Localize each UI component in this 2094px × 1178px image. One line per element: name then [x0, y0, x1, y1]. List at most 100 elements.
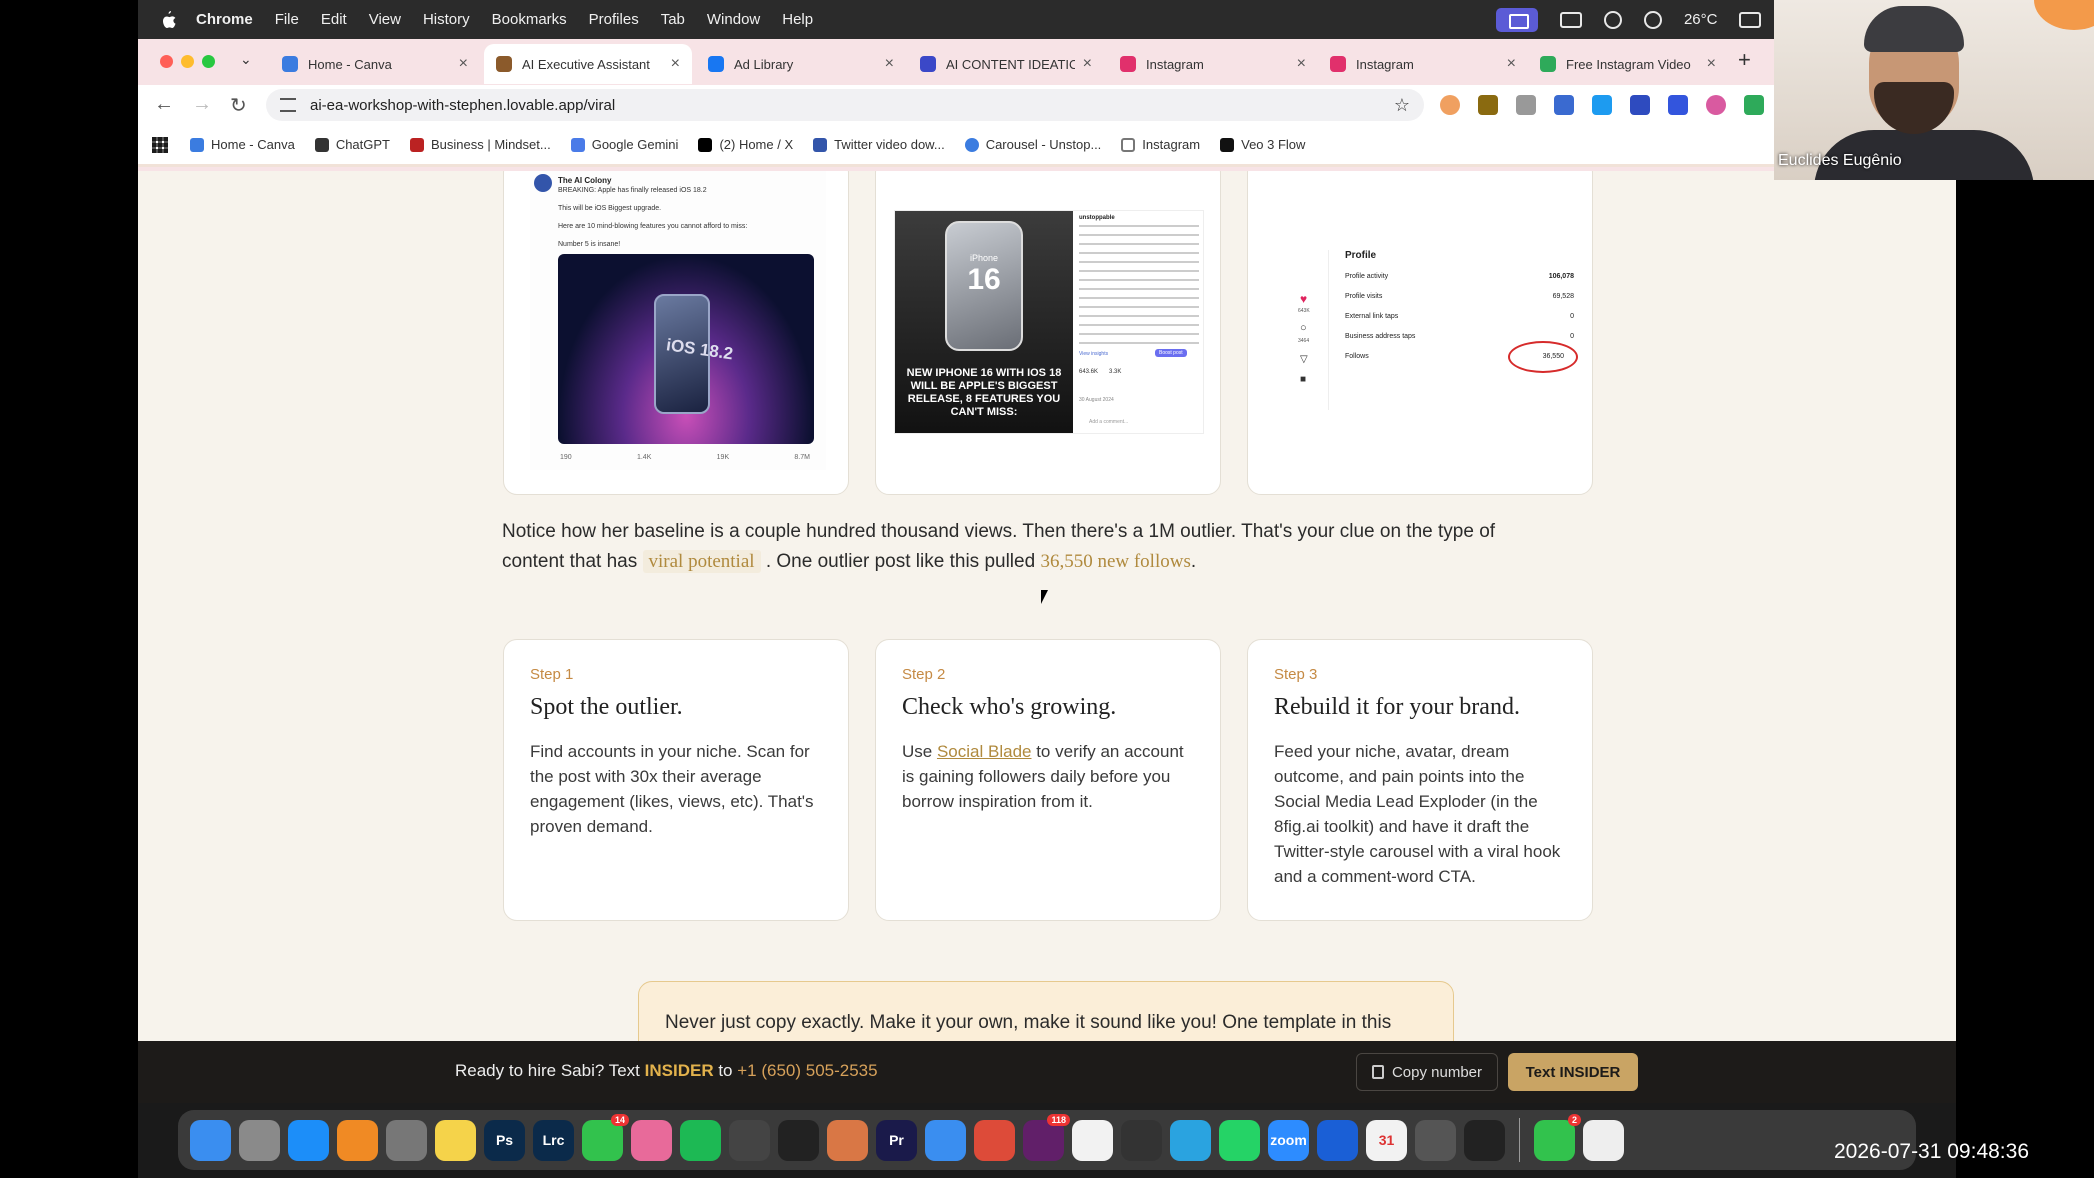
dock-textedit-icon[interactable] [1583, 1119, 1624, 1161]
weather-readout[interactable]: 26°C [1684, 11, 1718, 28]
menu-tab[interactable]: Tab [661, 11, 685, 28]
social-blade-link[interactable]: Social Blade [937, 742, 1032, 761]
bookmark-folder-instagram[interactable]: Instagram [1121, 137, 1200, 152]
bookmark-home-canva[interactable]: Home - Canva [190, 137, 295, 152]
tab-close-icon[interactable]: × [1297, 55, 1306, 73]
dock-lightroom-icon[interactable]: Lrc [533, 1119, 574, 1161]
dock-spotify-icon[interactable] [680, 1119, 721, 1161]
claude-extension-icon[interactable] [1440, 95, 1460, 115]
tab-close-icon[interactable]: × [459, 55, 468, 73]
post-comments: 3.3K [1109, 369, 1122, 375]
device-name: iPhone [969, 253, 999, 263]
dock-system-settings-icon[interactable] [386, 1119, 427, 1161]
cta-phone-link[interactable]: +1 (650) 505-2535 [737, 1061, 877, 1080]
url-text[interactable]: ai-ea-workshop-with-stephen.lovable.app/… [310, 97, 615, 114]
close-window-button[interactable] [160, 55, 173, 68]
extension-icon[interactable] [1744, 95, 1764, 115]
tab-close-icon[interactable]: × [671, 55, 680, 73]
dock-messages-icon[interactable]: 14 [582, 1113, 629, 1161]
dock-telegram-icon[interactable] [1170, 1119, 1211, 1161]
dock-claude-icon[interactable] [827, 1119, 868, 1161]
dock-premiere-icon[interactable]: Pr [876, 1119, 917, 1161]
n-extension-icon[interactable] [1630, 95, 1650, 115]
zoom-window-button[interactable] [202, 55, 215, 68]
display-icon[interactable] [1559, 11, 1582, 28]
reload-icon[interactable]: ↻ [230, 93, 247, 118]
dock-freeform-icon[interactable] [1072, 1119, 1113, 1161]
tab-free-instagram-video[interactable]: Free Instagram Video × [1528, 44, 1728, 84]
extension-icon[interactable] [1706, 95, 1726, 115]
dock-notes-icon[interactable] [435, 1119, 476, 1161]
dock-chrome-icon[interactable] [974, 1119, 1015, 1161]
tab-ai-executive-assistant[interactable]: AI Executive Assistant × [484, 44, 692, 84]
tab-ad-library[interactable]: Ad Library × [696, 44, 906, 84]
menu-history[interactable]: History [423, 11, 470, 28]
menu-bookmarks[interactable]: Bookmarks [492, 11, 567, 28]
bookmark-business-mindset[interactable]: Business | Mindset... [410, 137, 551, 152]
dock-photoshop-icon[interactable]: Ps [484, 1119, 525, 1161]
menu-help[interactable]: Help [782, 11, 813, 28]
bookmark-twitter-video[interactable]: Twitter video dow... [813, 137, 945, 152]
extension-icon[interactable] [1516, 95, 1536, 115]
tab-search-chevron-down-icon[interactable]: ⌄ [240, 51, 252, 68]
bookmark-carousel[interactable]: Carousel - Unstop... [964, 137, 1101, 152]
menu-file[interactable]: File [275, 11, 299, 28]
tab-instagram[interactable]: Instagram × [1108, 44, 1318, 84]
extension-icon[interactable] [1668, 95, 1688, 115]
text-insider-button[interactable]: Text INSIDER [1508, 1053, 1638, 1091]
forward-arrow-icon[interactable]: → [192, 93, 212, 116]
x-extension-icon[interactable] [1592, 95, 1612, 115]
dock-1password-icon[interactable] [1317, 1119, 1358, 1161]
omnibox[interactable]: ai-ea-workshop-with-stephen.lovable.app/… [266, 89, 1424, 121]
dock-launchpad-icon[interactable] [239, 1119, 280, 1161]
tab-instagram-2[interactable]: Instagram × [1318, 44, 1528, 84]
bookmark-chatgpt[interactable]: ChatGPT [314, 137, 390, 152]
tab-close-icon[interactable]: × [885, 55, 894, 73]
screen-share-icon[interactable] [1495, 7, 1538, 32]
dock-chatgpt-icon[interactable] [729, 1119, 770, 1161]
accessibility-icon[interactable] [1603, 10, 1622, 29]
bookmark-veo3-flow[interactable]: Veo 3 Flow [1220, 137, 1305, 152]
bookmark-star-icon[interactable]: ☆ [1394, 95, 1410, 116]
dock-facetime-icon[interactable]: 2 [1534, 1113, 1581, 1161]
dock-zoom-icon[interactable]: zoom [1268, 1119, 1309, 1161]
tab-close-icon[interactable]: × [1707, 55, 1716, 73]
tab-close-icon[interactable]: × [1083, 55, 1092, 73]
menu-view[interactable]: View [369, 11, 401, 28]
airplay-icon[interactable] [1739, 11, 1762, 28]
dock-app-store-icon[interactable] [288, 1119, 329, 1161]
menu-edit[interactable]: Edit [321, 11, 347, 28]
dock-calculator-icon[interactable] [1415, 1119, 1456, 1161]
site-info-icon[interactable] [280, 98, 296, 112]
radar-icon[interactable] [1643, 10, 1662, 29]
dock-books-icon[interactable] [337, 1119, 378, 1161]
tab-close-icon[interactable]: × [1507, 55, 1516, 73]
minimize-window-button[interactable] [181, 55, 194, 68]
menu-app-name[interactable]: Chrome [196, 11, 253, 28]
dock-perplexity-icon[interactable] [778, 1119, 819, 1161]
dock-safari-icon[interactable] [925, 1119, 966, 1161]
tab-home-canva[interactable]: Home - Canva × [270, 44, 480, 84]
dock-slack-icon[interactable]: 118 [1023, 1113, 1070, 1161]
dock-photos-icon[interactable] [631, 1119, 672, 1161]
bookmark-home-x[interactable]: (2) Home / X [698, 137, 793, 152]
apple-menu-icon[interactable] [160, 10, 176, 29]
dock-icon-label: Pr [889, 1132, 904, 1148]
extension-icon[interactable] [1554, 95, 1574, 115]
bookmark-google-gemini[interactable]: Google Gemini [570, 137, 678, 152]
cta-text: Ready to hire Sabi? Text INSIDER to +1 (… [455, 1061, 878, 1081]
new-tab-plus-icon[interactable]: + [1738, 47, 1751, 73]
step-title: Spot the outlier. [530, 694, 683, 720]
apps-grid-icon[interactable] [152, 136, 168, 153]
dock-whatsapp-icon[interactable] [1219, 1119, 1260, 1161]
copy-number-button[interactable]: Copy number [1356, 1053, 1498, 1091]
tab-ai-content-ideation[interactable]: AI CONTENT IDEATION × [908, 44, 1104, 84]
dock-finder-icon[interactable] [190, 1119, 231, 1161]
dock-calendar-icon[interactable]: 31 [1366, 1119, 1407, 1161]
dock-capcut-icon[interactable] [1121, 1119, 1162, 1161]
menu-profiles[interactable]: Profiles [589, 11, 639, 28]
back-arrow-icon[interactable]: ← [154, 93, 174, 116]
extension-icon[interactable] [1478, 95, 1498, 115]
menu-window[interactable]: Window [707, 11, 760, 28]
dock-final-cut-icon[interactable] [1464, 1119, 1505, 1161]
